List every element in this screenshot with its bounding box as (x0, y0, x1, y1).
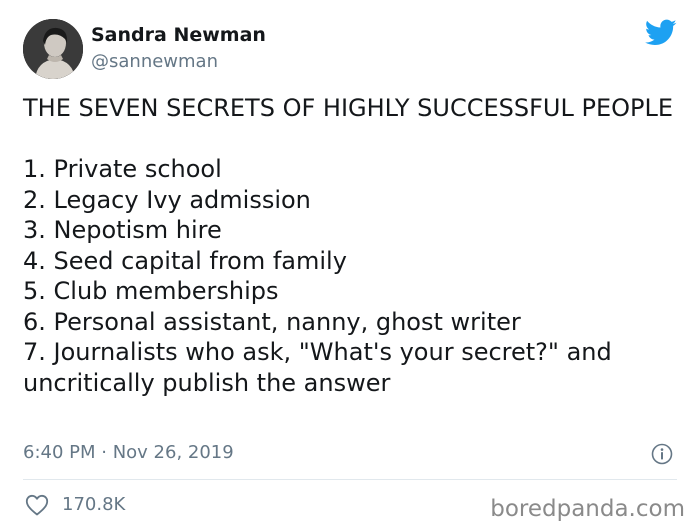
list-item: 5. Club memberships (23, 277, 279, 305)
tweet-text: THE SEVEN SECRETS OF HIGHLY SUCCESSFUL P… (23, 93, 683, 398)
avatar[interactable] (23, 19, 83, 79)
watermark: boredpanda.com (490, 496, 685, 522)
list-item: 4. Seed capital from family (23, 246, 347, 275)
list-item: 2. Legacy Ivy admission (23, 185, 311, 214)
tweet-title: THE SEVEN SECRETS OF HIGHLY SUCCESSFUL P… (23, 94, 674, 122)
twitter-bird-icon[interactable] (645, 19, 677, 47)
info-icon[interactable] (651, 443, 673, 465)
divider (23, 479, 677, 480)
list-item: 6. Personal assistant, nanny, ghost writ… (23, 307, 521, 336)
display-name[interactable]: Sandra Newman (91, 24, 266, 46)
list-item: 1. Private school (23, 155, 222, 183)
list-item: 7. Journalists who ask, "What's your sec… (23, 338, 612, 397)
like-count[interactable]: 170.8K (62, 494, 125, 516)
profile-photo-icon (23, 19, 83, 79)
paragraph-break (23, 124, 683, 155)
heart-icon[interactable] (25, 494, 49, 516)
tweet-timestamp[interactable]: 6:40 PM · Nov 26, 2019 (23, 442, 234, 464)
user-handle[interactable]: @sannewman (91, 51, 218, 73)
list-item: 3. Nepotism hire (23, 216, 222, 244)
secrets-list: 1. Private school 2. Legacy Ivy admissio… (23, 154, 683, 398)
